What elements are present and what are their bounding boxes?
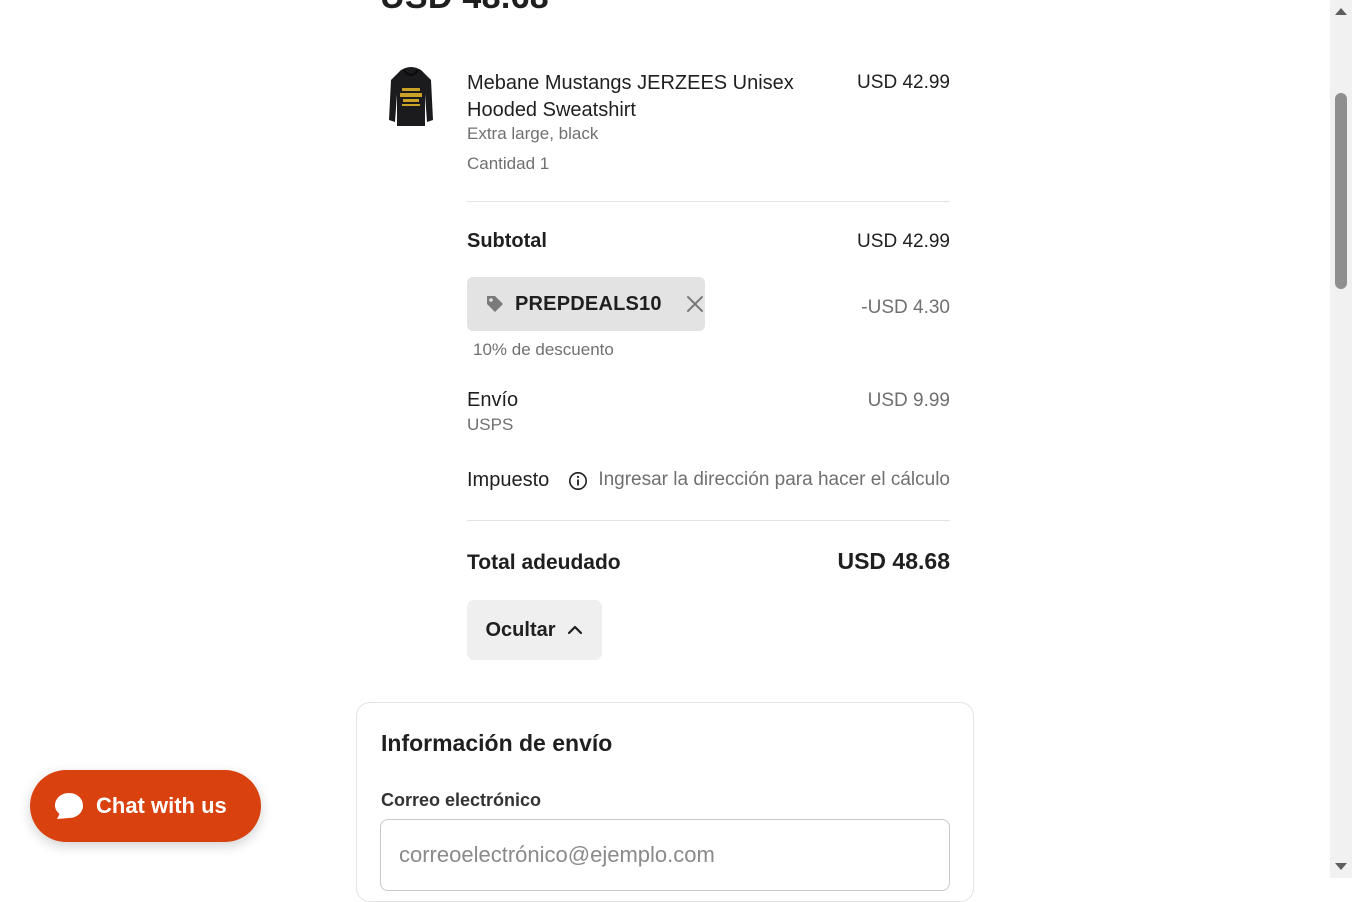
hide-summary-button[interactable]: Ocultar xyxy=(467,600,602,660)
email-label: Correo electrónico xyxy=(381,790,542,810)
product-price: USD 42.99 xyxy=(857,72,950,93)
total-value: USD 48.68 xyxy=(837,548,950,574)
vertical-scrollbar[interactable] xyxy=(1330,0,1352,878)
divider xyxy=(467,201,950,202)
subtotal-label: Subtotal xyxy=(467,230,547,252)
scroll-down-arrow-icon[interactable] xyxy=(1334,860,1348,874)
remove-discount-close-icon[interactable] xyxy=(686,295,704,313)
discount-amount: -USD 4.30 xyxy=(861,297,950,318)
scroll-up-arrow-icon[interactable] xyxy=(1334,4,1348,18)
shipping-label: Envío xyxy=(467,389,519,411)
product-quantity: Cantidad 1 xyxy=(467,154,550,173)
chat-label: Chat with us xyxy=(96,793,227,818)
hide-summary-label: Ocultar xyxy=(485,618,556,641)
chevron-up-icon xyxy=(566,621,584,639)
email-input[interactable] xyxy=(380,819,950,891)
shipping-carrier: USPS xyxy=(467,415,514,434)
total-label: Total adeudado xyxy=(467,551,621,574)
discount-description: 10% de descuento xyxy=(473,340,614,359)
tax-label: Impuesto xyxy=(467,469,550,491)
tag-icon xyxy=(485,294,505,314)
shipping-info-title: Información de envío xyxy=(381,730,613,756)
hoodie-thumbnail-icon xyxy=(387,64,435,128)
chat-bubble-icon xyxy=(54,792,84,820)
tax-note: Ingresar la dirección para hacer el cálc… xyxy=(598,469,950,490)
product-name: Mebane Mustangs JERZEES Unisex Hooded Sw… xyxy=(467,72,794,121)
product-variant: Extra large, black xyxy=(467,124,599,143)
info-icon[interactable] xyxy=(568,471,588,491)
discount-code-chip: PREPDEALS10 xyxy=(467,277,705,331)
divider xyxy=(467,520,950,521)
shipping-value: USD 9.99 xyxy=(867,390,950,411)
order-total-heading: USD 48.68 xyxy=(380,0,549,17)
scrollbar-thumb[interactable] xyxy=(1335,93,1347,289)
subtotal-value: USD 42.99 xyxy=(857,231,950,252)
discount-code: PREPDEALS10 xyxy=(515,292,662,315)
chat-with-us-button[interactable]: Chat with us xyxy=(30,770,261,842)
